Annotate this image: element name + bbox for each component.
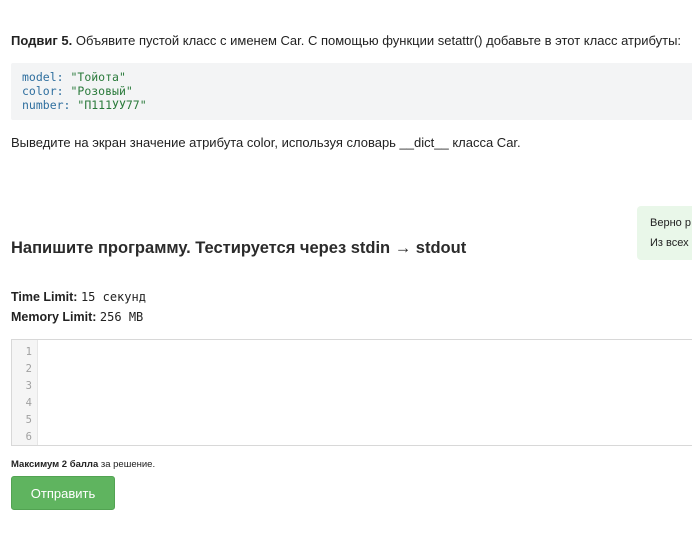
code-value: "Розовый" [70, 84, 133, 98]
time-limit-value: 15 секунд [80, 290, 146, 304]
submit-button[interactable]: Отправить [11, 476, 115, 510]
code-key: number: [22, 98, 71, 112]
attributes-code-block: model: "Тойота" color: "Розовый" number: "… [11, 63, 692, 120]
hint-line: Верно р [650, 217, 691, 229]
code-line: model: "Тойота" [22, 70, 692, 84]
verdict-hint-box: Верно р Из всех [637, 206, 692, 260]
line-number-gutter: 1 2 3 4 5 6 [12, 340, 38, 445]
time-limit-label: Time Limit: [11, 290, 78, 304]
hint-line: Из всех [650, 237, 689, 249]
line-number: 3 [25, 380, 32, 392]
line-number: 1 [25, 346, 32, 358]
code-value: "Тойота" [70, 70, 126, 84]
limits: Time Limit: 15 секунд Memory Limit: 256 … [11, 287, 146, 327]
section-title: Напишите программу. Тестируется через st… [11, 239, 467, 257]
time-limit: Time Limit: 15 секунд [11, 287, 146, 307]
memory-limit-label: Memory Limit: [11, 310, 97, 324]
code-key: model: [22, 70, 64, 84]
task-number: Подвиг 5. [11, 33, 73, 48]
code-line: number: "П111УУ77" [22, 98, 692, 112]
score-rest: за решение. [98, 459, 156, 470]
score-note: Максимум 2 балла за решение. [11, 459, 155, 470]
code-line: color: "Розовый" [22, 84, 692, 98]
code-input-area[interactable] [39, 340, 692, 445]
line-number: 4 [25, 397, 32, 409]
memory-limit: Memory Limit: 256 MB [11, 307, 146, 327]
code-key: color: [22, 84, 64, 98]
line-number: 5 [25, 414, 32, 426]
line-number: 2 [25, 363, 32, 375]
code-value: "П111УУ77" [77, 98, 147, 112]
task-instruction: Выведите на экран значение атрибута colo… [11, 135, 521, 150]
memory-limit-value: 256 MB [99, 310, 144, 324]
code-editor[interactable]: 1 2 3 4 5 6 [11, 339, 692, 446]
task-description: Подвиг 5. Объявите пустой класс с именем… [11, 33, 692, 49]
task-text: Объявите пустой класс с именем Car. С по… [72, 33, 682, 48]
line-number: 6 [25, 431, 32, 443]
score-max: Максимум 2 балла [11, 459, 99, 470]
